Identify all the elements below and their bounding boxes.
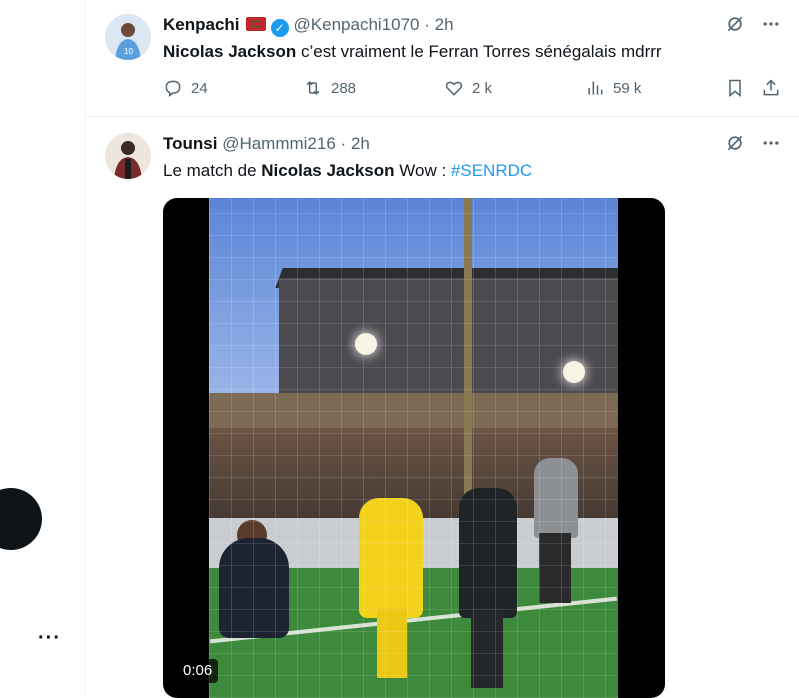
left-sidebar: ··· <box>0 0 84 696</box>
retweet-count: 288 <box>331 79 357 97</box>
reply-count: 24 <box>191 79 208 97</box>
bookmark-button[interactable] <box>725 78 745 98</box>
reply-button[interactable]: 24 <box>163 78 208 98</box>
separator-dot: · <box>424 15 430 34</box>
like-count: 2 k <box>472 79 493 97</box>
grok-icon[interactable] <box>724 132 746 154</box>
tweet-top-actions <box>724 132 782 154</box>
compose-button[interactable] <box>0 488 42 550</box>
tweet-header: Tounsi @Hammmi216 · 2h <box>163 134 370 154</box>
verified-badge-icon[interactable]: ✓ <box>270 19 289 37</box>
tweet-top-actions <box>724 13 782 35</box>
retweet-button[interactable]: 288 <box>303 78 356 98</box>
tweet-text-mid: Wow : <box>394 161 451 180</box>
mention-name: Nicolas Jackson <box>261 161 395 180</box>
view-count: 59 k <box>613 79 642 97</box>
retweet-icon <box>306 81 320 95</box>
like-icon <box>445 81 463 96</box>
hashtag-link[interactable]: #SENRDC <box>451 161 532 180</box>
share-button[interactable] <box>761 78 781 98</box>
tweet-actions: 24 288 2 k 59 k <box>163 78 783 102</box>
bookmark-icon <box>729 79 741 98</box>
tweet-text: Le match de Nicolas Jackson Wow : #SENRD… <box>163 160 532 182</box>
tweet-header: Kenpachi ✓ @Kenpachi1070 · 2h <box>163 15 454 37</box>
mention-name: Nicolas Jackson <box>163 42 297 61</box>
grok-icon[interactable] <box>724 13 746 35</box>
timestamp[interactable]: 2h <box>435 15 454 34</box>
tweet-text-prefix: Le match de <box>163 161 262 180</box>
share-icon <box>763 79 779 96</box>
like-button[interactable]: 2 k <box>444 78 492 98</box>
display-name[interactable]: Tounsi <box>163 134 217 153</box>
tweet-text-rest: c’est vraiment le Ferran Torres sénégala… <box>296 42 662 61</box>
separator-dot: · <box>340 134 347 153</box>
timeline: 10 Kenpachi ✓ @Kenpachi1070 · 2h Nicolas J… <box>84 0 799 698</box>
reply-icon <box>165 80 181 97</box>
views-button[interactable]: 59 k <box>585 78 641 98</box>
video-frame <box>209 198 618 698</box>
video-player[interactable]: 0:06 <box>163 198 665 698</box>
svg-text:10: 10 <box>124 47 133 56</box>
avatar[interactable]: 10 <box>105 14 151 60</box>
user-handle[interactable]: @Hammmi216 <box>222 134 336 153</box>
more-icon[interactable] <box>760 13 782 35</box>
user-handle[interactable]: @Kenpachi1070 <box>294 15 420 34</box>
tweet-text: Nicolas Jackson c’est vraiment le Ferran… <box>163 41 662 63</box>
tweet[interactable]: Tounsi @Hammmi216 · 2h Le match de Nicol… <box>85 117 799 698</box>
video-duration: 0:06 <box>177 659 219 683</box>
views-icon <box>588 81 603 95</box>
display-name[interactable]: Kenpachi <box>163 15 240 34</box>
more-options-icon[interactable]: ··· <box>38 628 61 648</box>
timestamp[interactable]: 2h <box>351 134 370 153</box>
avatar[interactable] <box>105 133 151 179</box>
avatar-image <box>105 133 151 179</box>
tweet[interactable]: 10 Kenpachi ✓ @Kenpachi1070 · 2h Nicolas J… <box>85 0 799 117</box>
morocco-flag-icon <box>245 17 266 31</box>
avatar-image: 10 <box>105 14 151 60</box>
more-icon[interactable] <box>760 132 782 154</box>
